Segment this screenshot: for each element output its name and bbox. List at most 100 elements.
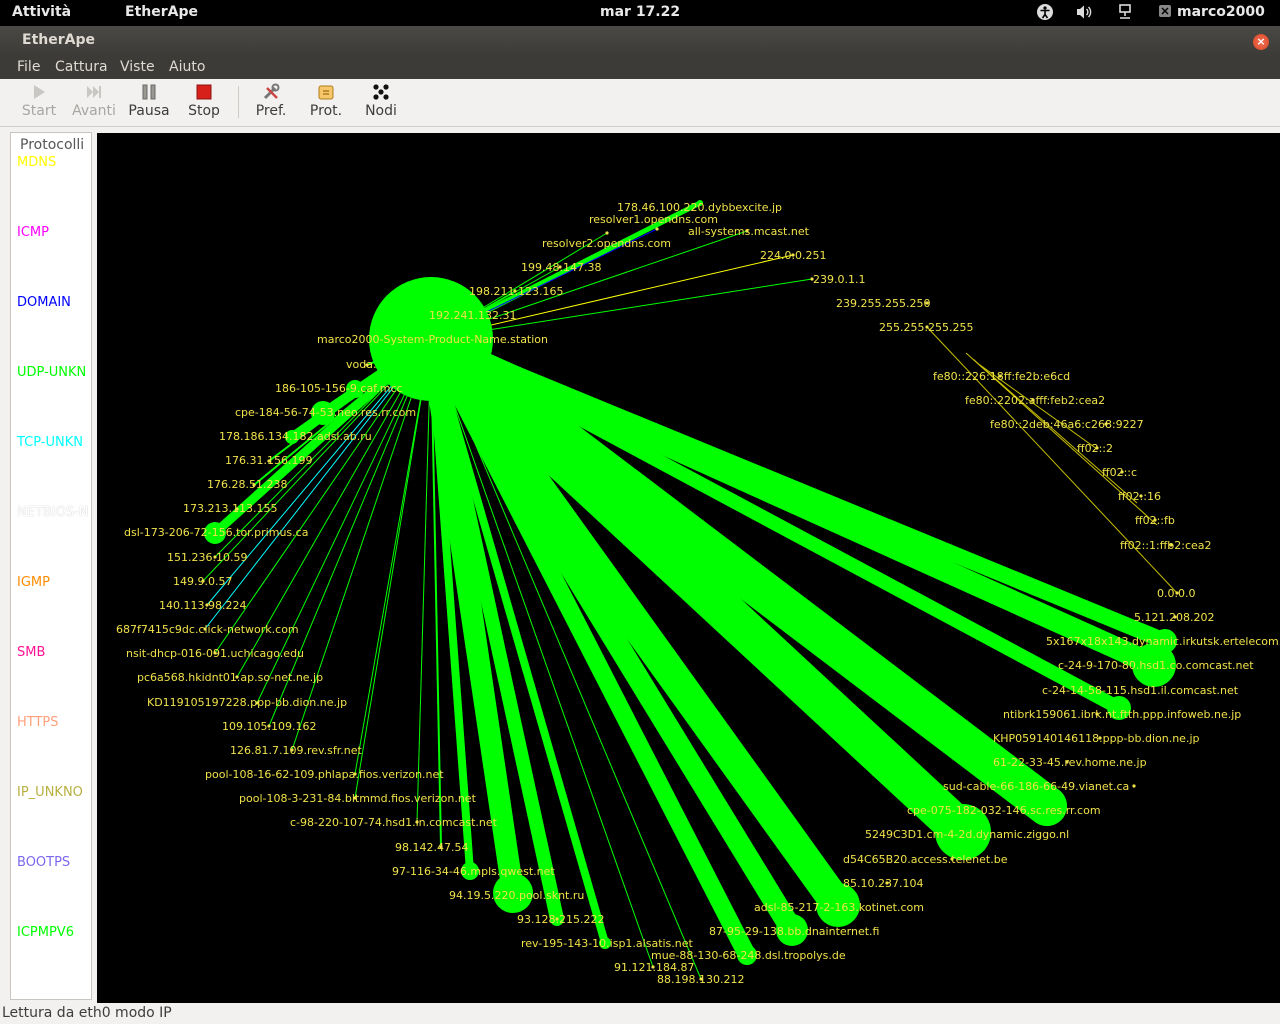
protocols-icon [318, 85, 334, 100]
activities-button[interactable]: Attività [12, 4, 71, 20]
graph-node-label: 199.48.147.38 [521, 261, 601, 274]
graph-node-label: 255.255.255.255 [879, 321, 973, 334]
app-menu[interactable]: EtherApe [125, 4, 198, 20]
graph-node-label: d54C65B20.access.telenet.be [843, 853, 1008, 866]
legend-protocol: SMB [17, 645, 46, 660]
start-button[interactable]: Start [11, 83, 67, 125]
menu-aiuto[interactable]: Aiuto [169, 59, 205, 75]
graph-node-label: sud-cable-66-186-66-49.vianet.ca [943, 780, 1129, 793]
legend-protocol: BOOTPS [17, 855, 71, 870]
graph-node-label: 93.128.215.222 [517, 913, 604, 926]
preferences-icon [263, 83, 280, 100]
window-title: EtherApe [22, 32, 95, 48]
legend-protocol: DOMAIN [17, 295, 71, 310]
graph-node-label: ff02::c [1102, 466, 1137, 479]
status-bar: Lettura da eth0 modo IP [0, 1003, 1280, 1024]
network-icon[interactable] [1117, 3, 1133, 25]
status-text: Lettura da eth0 modo IP [2, 1005, 172, 1021]
accessibility-icon[interactable] [1036, 3, 1054, 25]
close-icon[interactable]: × [1253, 34, 1269, 50]
user-menu[interactable]: marco2000 [1177, 4, 1265, 20]
pausa-button[interactable]: Pausa [121, 83, 177, 125]
legend-protocol: IP_UNKNO [17, 785, 83, 800]
graph-node-label: pool-108-3-231-84.bltmmd.fios.verizon.ne… [239, 792, 477, 805]
nodes-icon [373, 84, 389, 100]
graph-node-label: 239.0.1.1 [813, 273, 865, 286]
legend-header: Protocolli [20, 137, 85, 153]
graph-node-label: ntibrk159061.ibrk.nt.ftth.ppp.infoweb.ne… [1003, 708, 1241, 721]
protocol-legend[interactable]: Protocolli MDNS ICMP DOMAIN UDP-UNKN TCP… [10, 132, 92, 1000]
volume-icon[interactable] [1075, 3, 1093, 25]
avanti-button[interactable]: Avanti [66, 83, 122, 125]
top-panel: Attività EtherApe mar 17.22 marco2000 [0, 0, 1280, 26]
graph-node-label: 5249C3D1.cm-4-2d.dynamic.ziggo.nl [865, 828, 1069, 841]
pref-button[interactable]: Pref. [243, 83, 299, 125]
clock[interactable]: mar 17.22 [600, 4, 680, 20]
graph-node-label: fe80::2202:afff:feb2:cea2 [965, 394, 1105, 407]
pause-icon [142, 84, 156, 100]
graph-node-label: ff02::16 [1118, 490, 1161, 503]
start-label: Start [21, 103, 57, 119]
graph-node-label: all-systems.mcast.net [688, 225, 810, 238]
graph-node-label: cpe-075-182-032-146.sc.res.rr.com [907, 804, 1101, 817]
graph-node-label: 176.28.51.238 [207, 478, 287, 491]
menu-bar: File Cattura Viste Aiuto [0, 56, 1280, 79]
graph-node-label: ff02::2 [1077, 442, 1113, 455]
user-icon [1158, 4, 1172, 22]
menu-file[interactable]: File [17, 59, 40, 75]
menu-cattura[interactable]: Cattura [55, 59, 108, 75]
legend-protocol: ICMP [17, 225, 49, 240]
legend-protocol: HTTPS [17, 715, 59, 730]
graph-node-label: 176.31.156.199 [225, 454, 312, 467]
graph-node-label: 5.121.208.202 [1134, 611, 1214, 624]
graph-node-dot [655, 227, 659, 231]
stop-label: Stop [188, 103, 220, 119]
graph-node-label: 149.9.0.57 [173, 575, 232, 588]
graph-node-label: ff02::1:ffb2:cea2 [1120, 539, 1212, 552]
stop-icon [196, 84, 212, 100]
graph-svg[interactable]: 178.46.100.220.dybbexcite.jpresolver1.op… [97, 133, 1280, 1003]
menu-viste[interactable]: Viste [120, 59, 155, 75]
graph-node-label: voda. [346, 358, 376, 371]
graph-node-label: 88.198.130.212 [657, 973, 744, 986]
graph-node-label: fe80::2deb:46a6:c268:9227 [990, 418, 1144, 431]
play-icon [34, 85, 45, 99]
pref-label: Pref. [255, 103, 287, 119]
graph-node-label: 186-105-156-9.caf.mcc [275, 382, 403, 395]
graph-node-label: nsit-dhcp-016-091.uchicago.edu [126, 647, 304, 660]
prot-button[interactable]: Prot. [298, 83, 354, 125]
pausa-label: Pausa [128, 103, 170, 119]
graph-node-label: 97-116-34-46.mpls.qwest.net [392, 865, 555, 878]
graph-node-label: 126.81.7.109.rev.sfr.net [230, 744, 363, 757]
legend-protocol: ICPMPV6 [17, 925, 74, 940]
graph-node-dot [605, 231, 609, 235]
graph-node-label: 140.113.98.224 [159, 599, 246, 612]
graph-node-label: 87-95-29-138.bb.dnainternet.fi [709, 925, 879, 938]
graph-node-label: 85.10.237.104 [843, 877, 923, 890]
graph-node-dot [1132, 784, 1136, 788]
graph-links [202, 200, 1178, 980]
graph-node-label: KHP059140146118.ppp-bb.dion.ne.jp [993, 732, 1200, 745]
network-graph[interactable]: 178.46.100.220.dybbexcite.jp resolver1.op… [97, 133, 1280, 1003]
graph-node-label: KD119105197228.ppp-bb.dion.ne.jp [147, 696, 347, 709]
graph-node-label: c-24-14-58-115.hsd1.il.comcast.net [1042, 684, 1239, 697]
legend-protocol: NETBIOS-N [17, 505, 89, 520]
graph-node-label: 94.19.5.220.pool.sknt.ru [449, 889, 584, 902]
graph-node-label: resolver2.opendns.com [542, 237, 671, 250]
title-bar[interactable]: EtherApe × [0, 26, 1280, 56]
graph-node-label: 192.241.132.31 [429, 309, 516, 322]
legend-protocol: UDP-UNKN [17, 365, 87, 380]
graph-node-label: cpe-184-56-74-53.neo.res.rr.com [235, 406, 416, 419]
graph-node-label: 61-22-33-45.rev.home.ne.jp [993, 756, 1147, 769]
graph-node-label: 98.142.47.54 [395, 841, 468, 854]
nodi-button[interactable]: Nodi [353, 83, 409, 125]
graph-node-label: ff02::fb [1135, 514, 1175, 527]
graph-node-label: pc6a568.hkidnt01.ap.so-net.ne.jp [137, 671, 323, 684]
etherape-window: EtherApe × File Cattura Viste Aiuto Star… [0, 26, 1280, 1024]
graph-node-label: 0.0.0.0 [1157, 587, 1195, 600]
graph-node-label: pool-108-16-62-109.phlapa.fios.verizon.n… [205, 768, 444, 781]
nodi-label: Nodi [365, 103, 397, 119]
graph-node-label: 151.236.10.59 [167, 551, 247, 564]
toolbar-separator [238, 86, 239, 118]
stop-button[interactable]: Stop [176, 83, 232, 125]
